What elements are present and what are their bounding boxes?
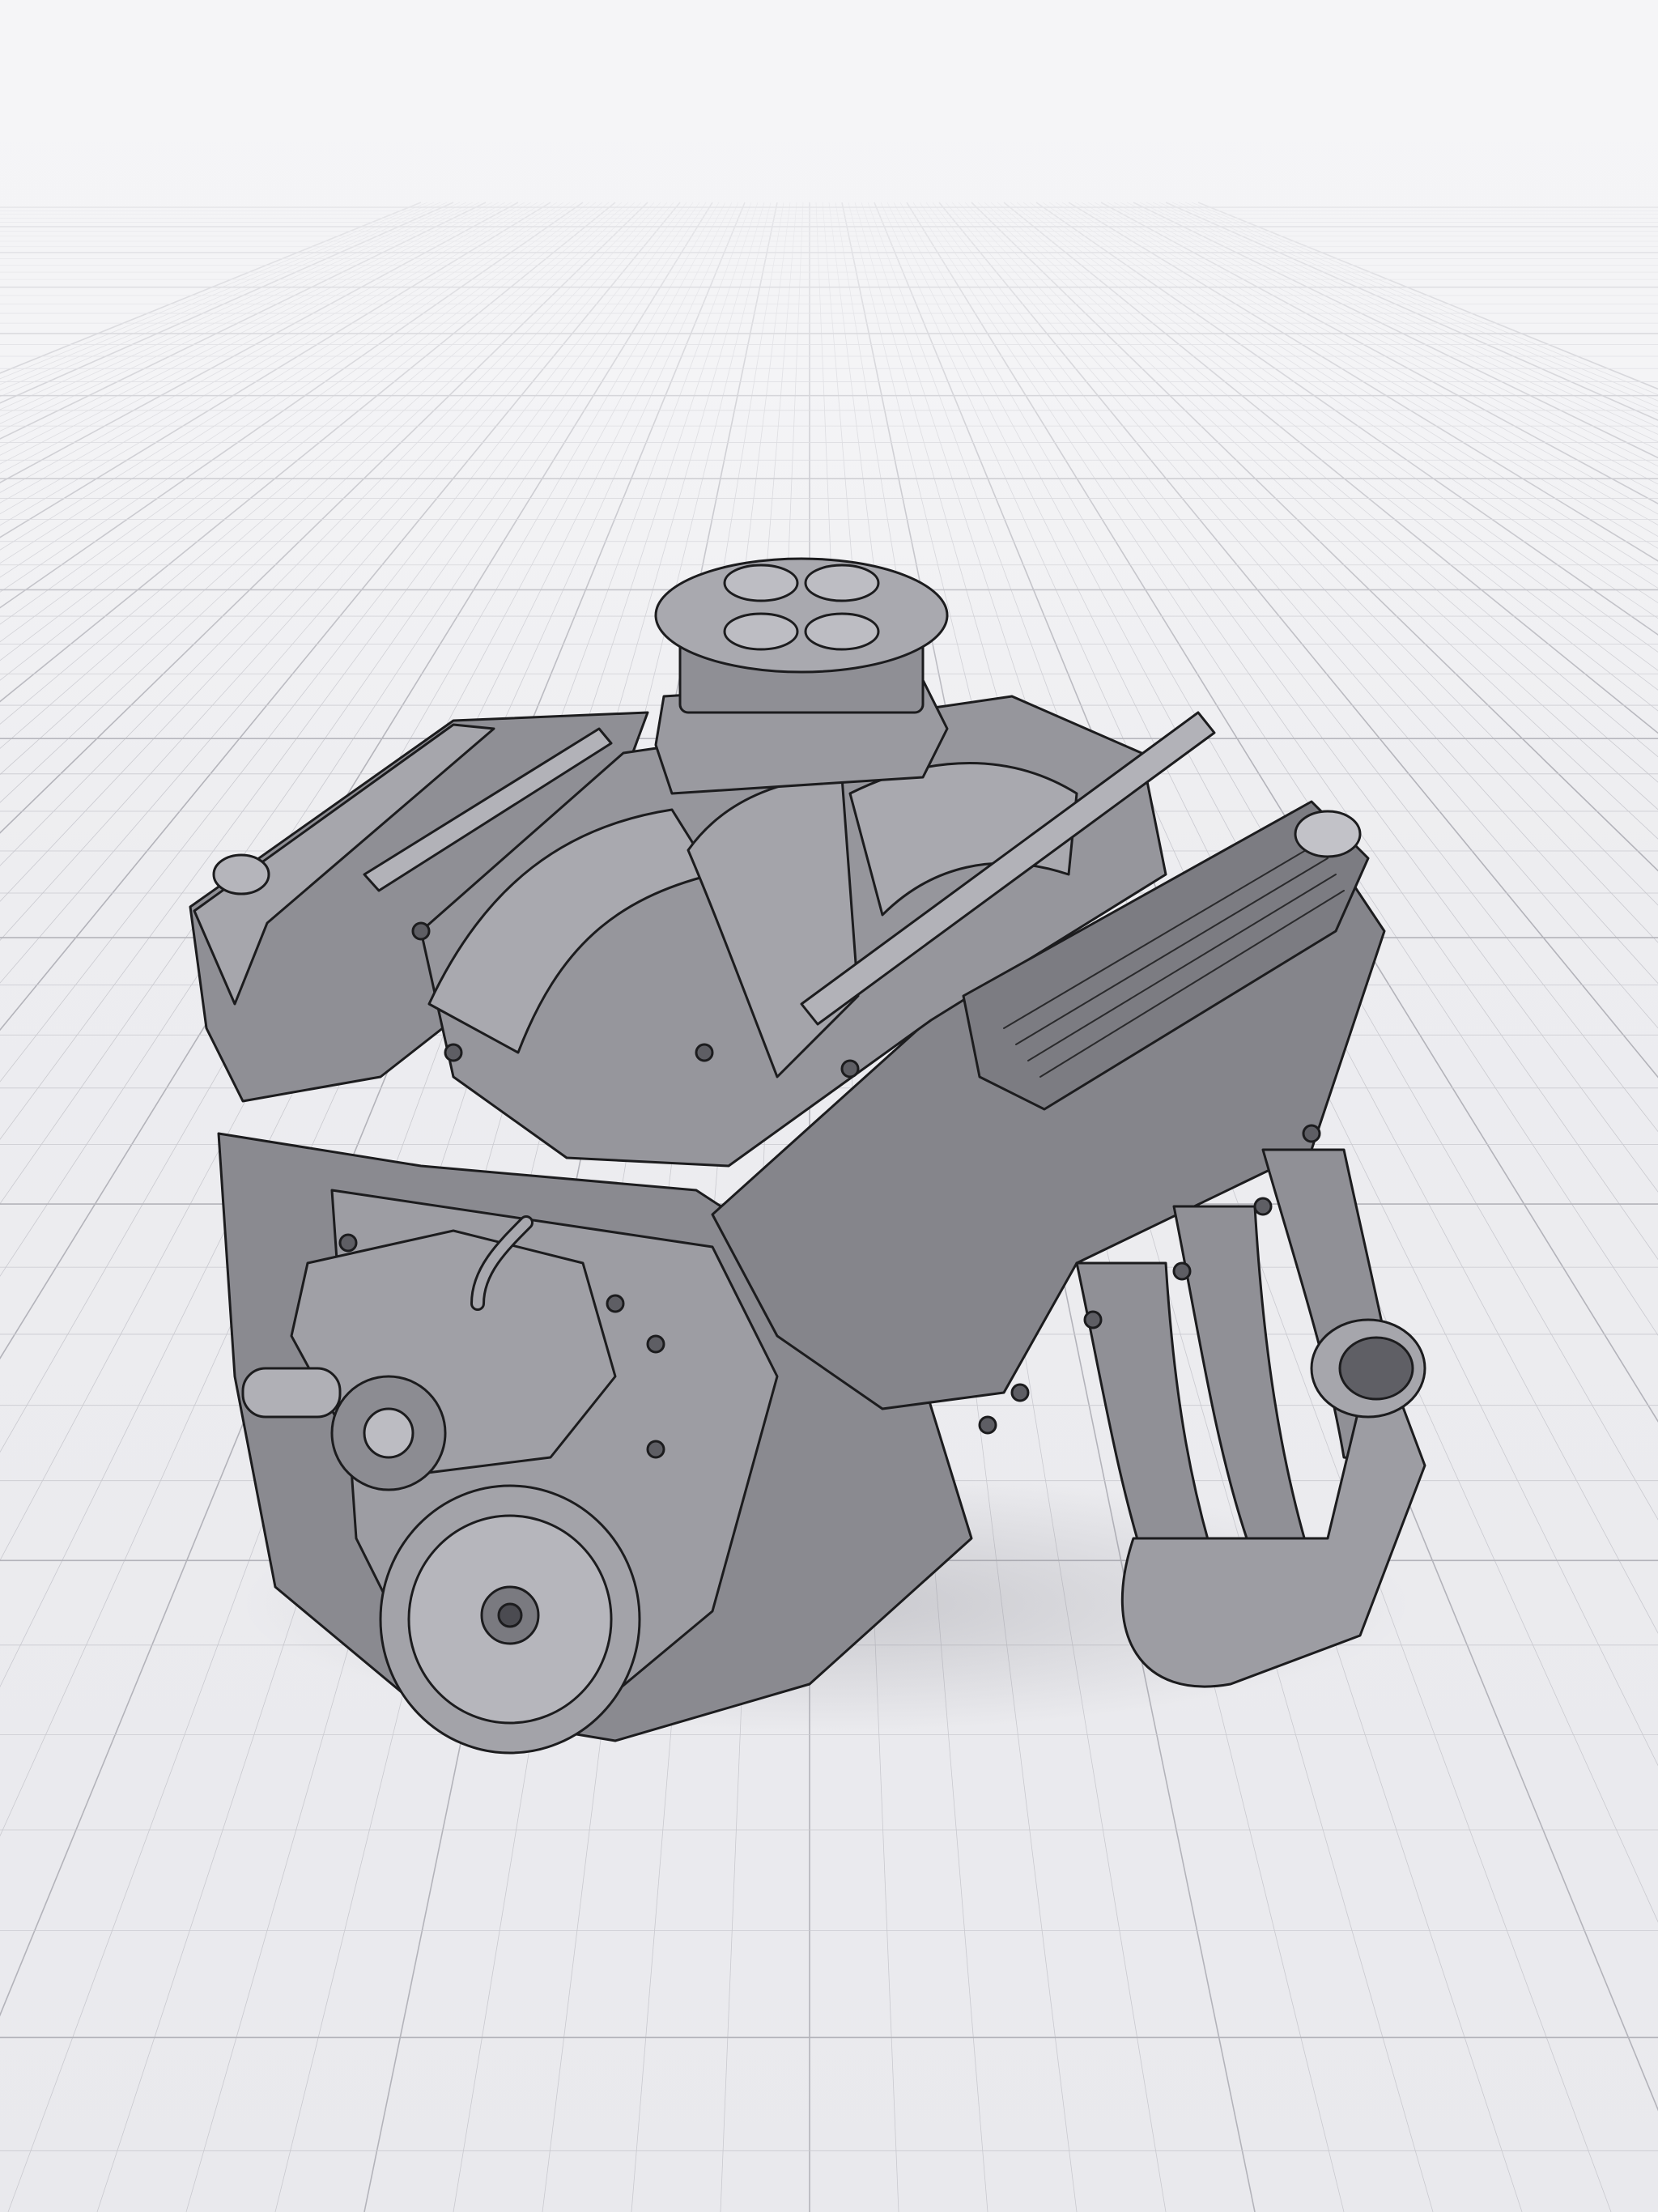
horizon-fade	[0, 0, 1658, 2212]
throttle-bore-1	[723, 564, 799, 602]
water-pump-hub	[363, 1407, 414, 1459]
water-outlet-pipe[interactable]	[241, 1367, 342, 1419]
oil-filler-cap[interactable]	[212, 853, 270, 895]
right-oil-cap[interactable]	[1294, 810, 1362, 858]
throttle-bore-3	[723, 612, 799, 651]
viewport-canvas[interactable]	[0, 0, 1658, 2212]
throttle-bore-2	[804, 564, 880, 602]
throttle-bore-4	[804, 612, 880, 651]
throttle-body-top[interactable]	[654, 557, 949, 674]
3d-viewport[interactable]	[0, 0, 1658, 2212]
crank-bolt-center	[497, 1602, 523, 1628]
